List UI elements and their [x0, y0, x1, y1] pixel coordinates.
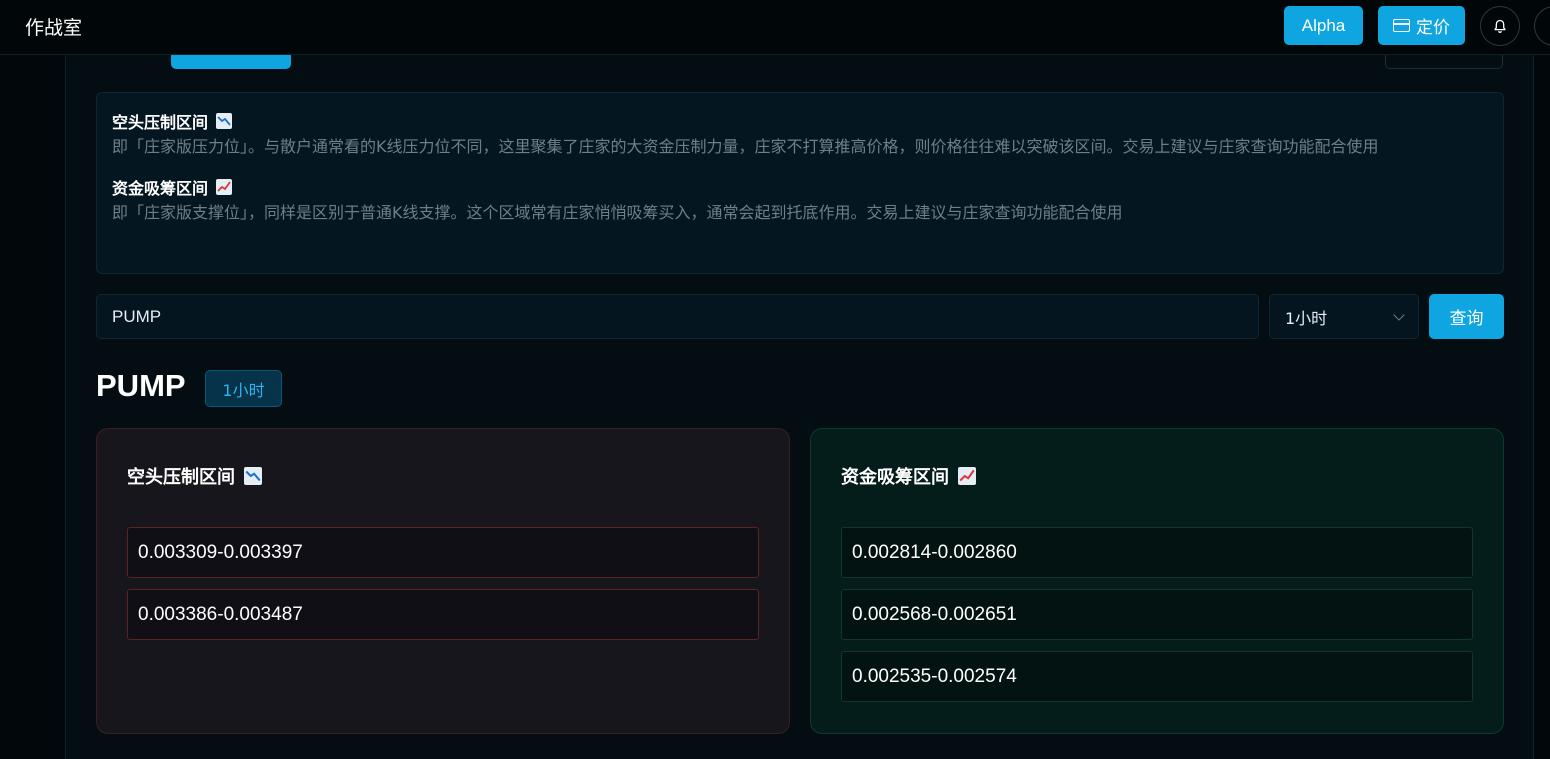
bull-panel-title: 资金吸筹区间: [841, 467, 949, 488]
app-title: 作战室: [25, 17, 83, 39]
bull-zone-panel: 资金吸筹区间 0.002814-0.002860 0.002568-0.0026…: [810, 428, 1504, 734]
info-bear-title: 空头压制区间: [112, 113, 209, 132]
info-bear-title-row: 空头压制区间: [112, 109, 1488, 133]
chart-increasing-icon: [216, 179, 233, 195]
chart-decreasing-icon: [244, 467, 262, 485]
right-panel-edge: [1533, 55, 1550, 759]
bear-range-item: 0.003386-0.003487: [127, 589, 759, 640]
bear-panel-title: 空头压制区间: [127, 467, 235, 488]
bull-range-list: 0.002814-0.002860 0.002568-0.002651 0.00…: [841, 527, 1473, 702]
info-bear-desc: 即「庄家版压力位」。与散户通常看的K线压力位不同，这里聚集了庄家的大资金压制力量…: [112, 137, 1379, 156]
info-bull-title: 资金吸筹区间: [112, 179, 209, 198]
chart-decreasing-icon: [216, 113, 233, 129]
bell-icon: [1494, 19, 1506, 33]
notifications-button[interactable]: [1480, 6, 1520, 46]
result-interval-badge: 1小时: [205, 370, 282, 407]
result-symbol: PUMP: [96, 368, 186, 403]
interval-select-value: 1小时: [1285, 308, 1328, 328]
bull-range-item: 0.002568-0.002651: [841, 589, 1473, 640]
chart-increasing-icon: [958, 467, 976, 485]
bear-zone-panel: 空头压制区间 0.003309-0.003397 0.003386-0.0034…: [96, 428, 790, 734]
info-bull-desc: 即「庄家版支撑位」，同样是区别于普通K线支撑。这个区域常有庄家悄悄吸筹买入，通常…: [112, 203, 1123, 222]
info-box: 空头压制区间 即「庄家版压力位」。与散户通常看的K线压力位不同，这里聚集了庄家的…: [96, 92, 1504, 274]
bear-range-item: 0.003309-0.003397: [127, 527, 759, 578]
interval-select[interactable]: 1小时: [1269, 294, 1419, 339]
bull-range-item: 0.002814-0.002860: [841, 527, 1473, 578]
top-bar: 作战室 Alpha 定价: [0, 0, 1550, 55]
bull-panel-title-row: 资金吸筹区间: [841, 462, 1473, 490]
info-bull-title-row: 资金吸筹区间: [112, 175, 1488, 199]
alpha-button[interactable]: Alpha: [1284, 6, 1363, 45]
pricing-button-label: 定价: [1416, 18, 1450, 37]
sidebar: [0, 55, 66, 759]
bear-range-list: 0.003309-0.003397 0.003386-0.003487: [127, 527, 759, 640]
pricing-button[interactable]: 定价: [1378, 6, 1465, 45]
bear-panel-title-row: 空头压制区间: [127, 462, 759, 490]
query-button[interactable]: 查询: [1429, 294, 1504, 339]
credit-card-icon: [1393, 19, 1410, 32]
chevron-down-icon: [1393, 308, 1405, 321]
extra-topbar-button[interactable]: [1534, 6, 1550, 46]
bull-range-item: 0.002535-0.002574: [841, 651, 1473, 702]
symbol-input[interactable]: [96, 294, 1259, 339]
